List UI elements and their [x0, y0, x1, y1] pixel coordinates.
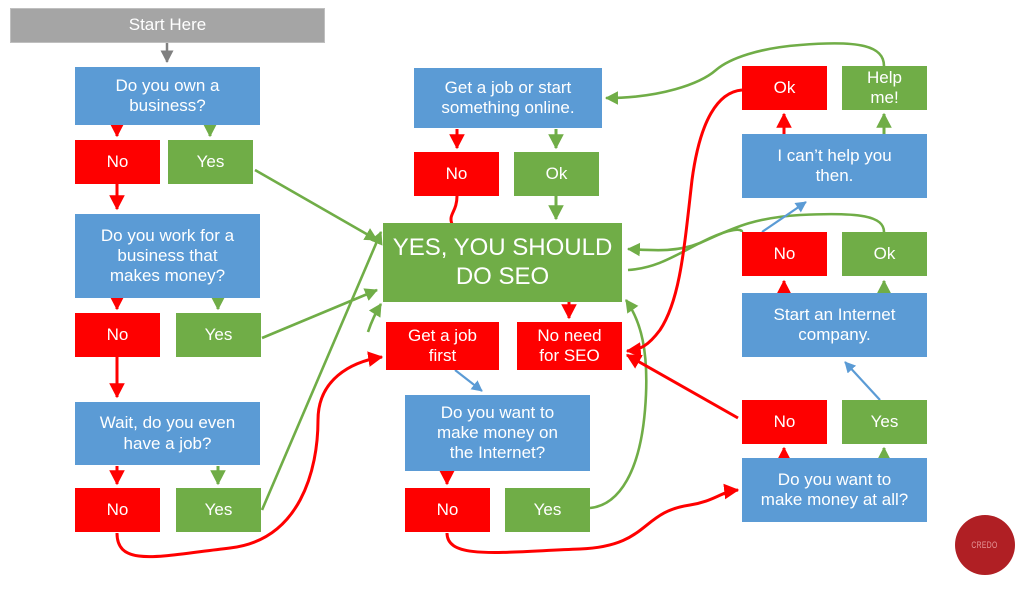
- node-have_job[interactable]: Wait, do you even have a job?: [75, 402, 260, 465]
- node-hj_no[interactable]: No: [75, 488, 160, 532]
- node-mi_yes[interactable]: Yes: [505, 488, 590, 532]
- node-label-si_ok: Ok: [873, 243, 896, 263]
- node-label-wf_no: No: [106, 324, 129, 344]
- node-no_need_seo[interactable]: No need for SEO: [517, 322, 622, 370]
- node-label-gj_ok: Ok: [545, 163, 568, 183]
- node-help_me[interactable]: Help me!: [842, 66, 927, 110]
- node-cant_help[interactable]: I can’t help you then.: [742, 134, 927, 198]
- node-label-start: Start Here: [128, 15, 207, 35]
- node-label-ch_ok: Ok: [773, 77, 796, 97]
- node-mi_no[interactable]: No: [405, 488, 490, 532]
- node-label-mi_yes: Yes: [533, 499, 562, 519]
- node-label-ob_no: No: [106, 151, 129, 171]
- node-ob_no[interactable]: No: [75, 140, 160, 184]
- edge-ch-ok-to-no-need-seo: [625, 88, 743, 358]
- edge-hj-yes-to-yes-seo: [260, 231, 383, 511]
- edge-ob-yes-to-yes-seo: [254, 168, 378, 242]
- node-label-get_job_first: Get a job first: [408, 325, 477, 365]
- node-label-yes_seo: YES, YOU SHOULD DO SEO: [392, 234, 613, 290]
- edge-left-loop-to-si-region: [627, 228, 744, 272]
- node-gj_no[interactable]: No: [414, 152, 499, 196]
- node-label-money_internet: Do you want to make money on the Interne…: [437, 402, 558, 463]
- node-money_at_all[interactable]: Do you want to make money at all?: [742, 458, 927, 522]
- node-label-hj_yes: Yes: [204, 499, 233, 519]
- node-label-get_job_start: Get a job or start something online.: [441, 77, 575, 117]
- node-yes_seo[interactable]: YES, YOU SHOULD DO SEO: [383, 223, 622, 302]
- node-si_ok[interactable]: Ok: [842, 232, 927, 276]
- node-label-wf_yes: Yes: [204, 324, 233, 344]
- node-label-ma_no: No: [773, 411, 796, 431]
- edge-get-job-first-to-money-internet: [454, 369, 483, 392]
- node-start[interactable]: Start Here: [10, 8, 325, 43]
- node-hj_yes[interactable]: Yes: [176, 488, 261, 532]
- node-label-no_need_seo: No need for SEO: [537, 325, 602, 365]
- node-label-hj_no: No: [106, 499, 129, 519]
- node-label-work_for: Do you work for a business that makes mo…: [100, 225, 235, 286]
- node-ch_ok[interactable]: Ok: [742, 66, 827, 110]
- node-work_for[interactable]: Do you work for a business that makes mo…: [75, 214, 260, 298]
- edge-ma-yes-to-start-internet: [844, 361, 881, 401]
- node-si_no[interactable]: No: [742, 232, 827, 276]
- flowchart-canvas: Start Here Do you own a business? No Yes Do …: [0, 0, 1024, 594]
- node-wf_yes[interactable]: Yes: [176, 313, 261, 357]
- node-own_business[interactable]: Do you own a business?: [75, 67, 260, 125]
- edge-wf-yes-to-yes-seo: [261, 288, 378, 340]
- node-label-mi_no: No: [436, 499, 459, 519]
- node-wf_no[interactable]: No: [75, 313, 160, 357]
- node-label-start_internet: Start an Internet company.: [773, 304, 896, 344]
- edge-gj-no-to-yes-seo: [449, 195, 459, 225]
- node-label-have_job: Wait, do you even have a job?: [99, 413, 236, 453]
- node-label-ob_yes: Yes: [196, 151, 225, 171]
- node-label-cant_help: I can’t help you then.: [777, 145, 892, 185]
- credo-logo-text: CREDO: [971, 540, 999, 550]
- node-label-si_no: No: [773, 243, 796, 263]
- node-label-own_business: Do you own a business?: [115, 75, 220, 115]
- edge-mi-no-to-money-at-all: [445, 483, 740, 554]
- node-label-ma_yes: Yes: [870, 411, 899, 431]
- node-get_job_first[interactable]: Get a job first: [386, 322, 499, 370]
- edge-loop-into-yes-seo-left: [366, 303, 383, 333]
- credo-logo[interactable]: CREDO: [955, 515, 1015, 575]
- node-label-help_me: Help me!: [867, 67, 902, 107]
- node-ob_yes[interactable]: Yes: [168, 140, 253, 184]
- node-label-money_at_all: Do you want to make money at all?: [760, 469, 909, 509]
- node-label-gj_no: No: [445, 163, 468, 183]
- node-get_job_start[interactable]: Get a job or start something online.: [414, 68, 602, 128]
- node-start_internet[interactable]: Start an Internet company.: [742, 293, 927, 357]
- node-gj_ok[interactable]: Ok: [514, 152, 599, 196]
- node-ma_no[interactable]: No: [742, 400, 827, 444]
- node-money_internet[interactable]: Do you want to make money on the Interne…: [405, 395, 590, 471]
- edge-si-no-to-cant-help: [761, 201, 807, 233]
- edge-ma-no-to-no-need-seo: [625, 353, 739, 420]
- node-ma_yes[interactable]: Yes: [842, 400, 927, 444]
